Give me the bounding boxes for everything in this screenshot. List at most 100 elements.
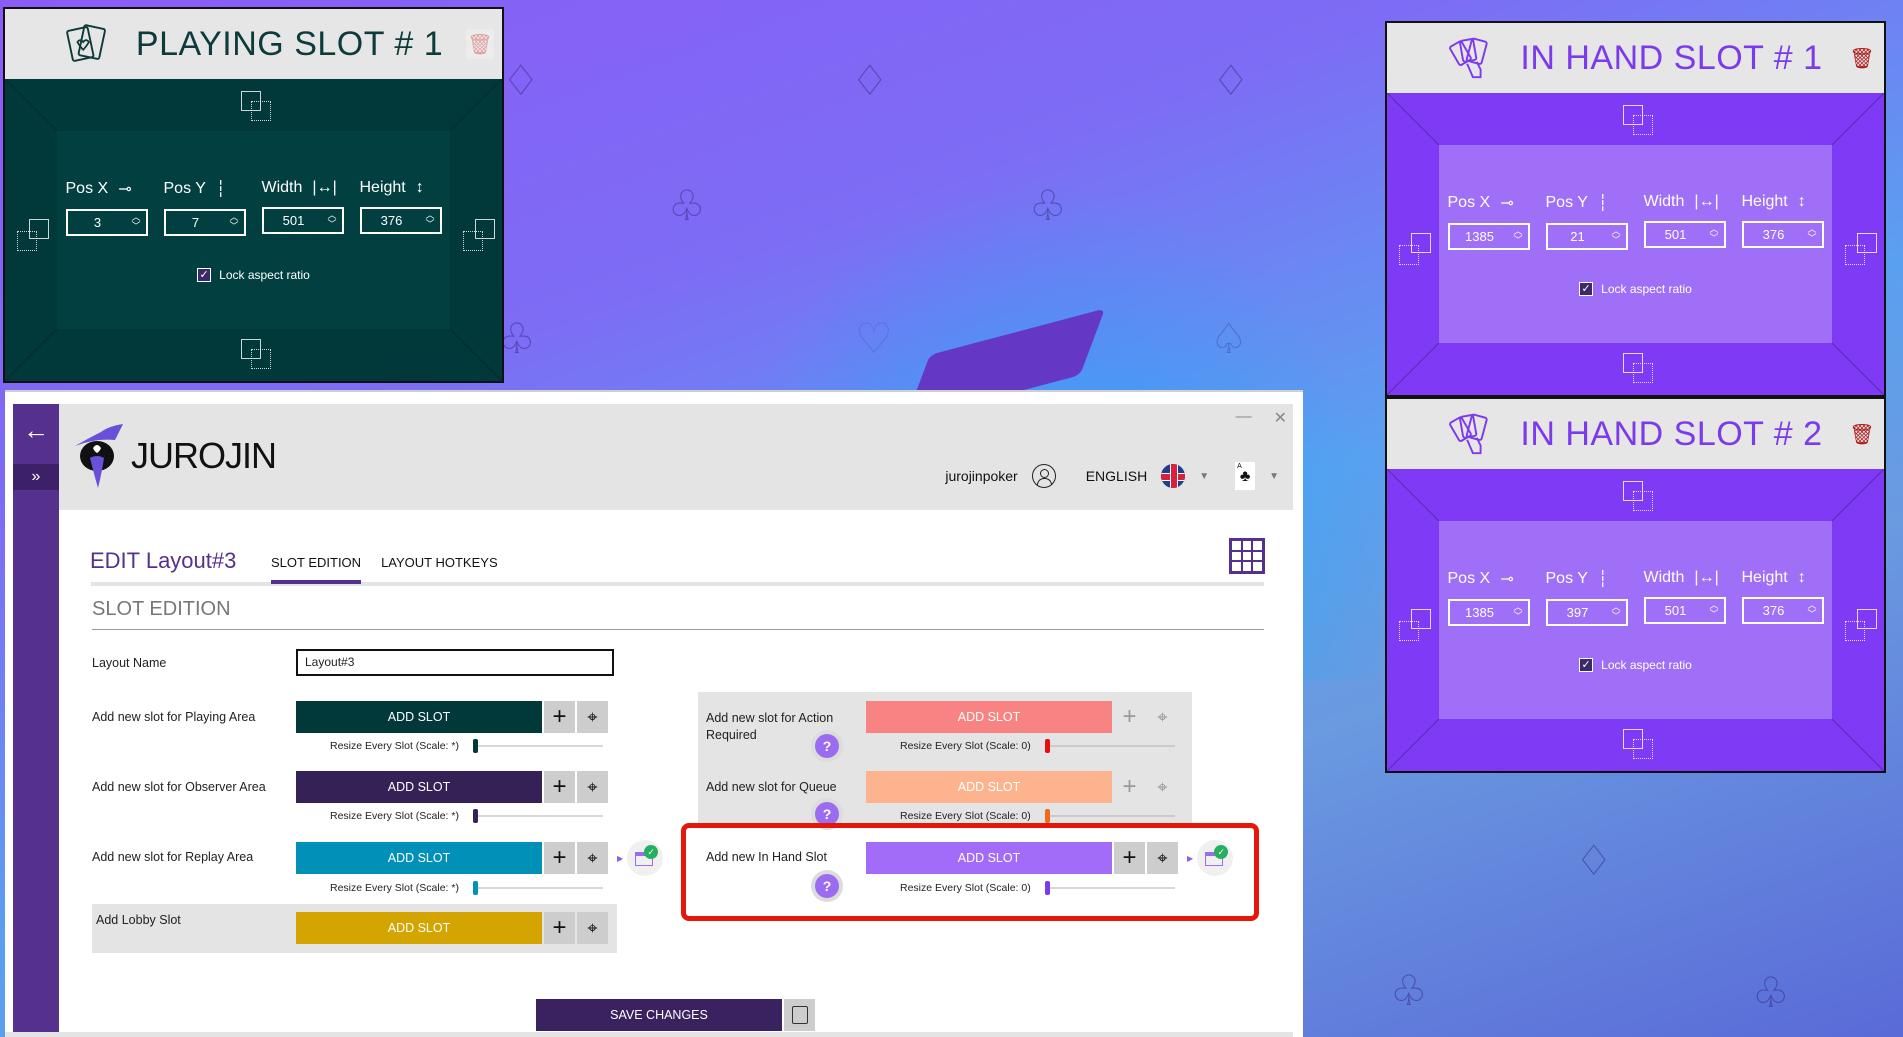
resize-slider[interactable]	[472, 881, 603, 895]
add-replay-slot-button[interactable]: ADD SLOT	[296, 842, 542, 874]
add-lobby-slot-button[interactable]: ADD SLOT	[296, 912, 542, 944]
deck-card-icon[interactable]: A ♣	[1235, 462, 1256, 490]
playing-slot-overlay[interactable]: PLAYING SLOT # 1 🗑 Pos X ⊸ 3 ︿ ﹀ Pos Y ┆ 7 ︿ ﹀	[3, 7, 504, 383]
resize-handle-top[interactable]	[1623, 481, 1653, 511]
slider-thumb[interactable]	[472, 809, 478, 823]
delete-slot-button[interactable]: 🗑	[466, 29, 494, 59]
checkbox[interactable]: ✓	[1579, 281, 1594, 296]
delete-slot-button[interactable]: 🗑	[1848, 419, 1876, 449]
pos-y-input[interactable]: 21 ︿ ﹀	[1545, 222, 1628, 250]
lock-aspect-ratio[interactable]: ✓ Lock aspect ratio	[1579, 281, 1692, 296]
height-input[interactable]: 376 ︿ ﹀	[1741, 220, 1824, 248]
resize-handle-bottom[interactable]	[241, 339, 271, 369]
slider-thumb[interactable]	[1044, 739, 1050, 753]
slot-body[interactable]: Pos X ⊸ 1385 ︿ ﹀ Pos Y ┆ 21 ︿ ﹀ Width |↔| 501 ︿ ﹀…	[1387, 93, 1884, 395]
delete-slot-button[interactable]: 🗑	[1848, 43, 1876, 73]
slot-header[interactable]: IN HAND SLOT # 2 🗑	[1387, 399, 1884, 469]
height-input[interactable]: 376 ︿ ﹀	[1741, 596, 1824, 624]
resize-handle-left[interactable]	[17, 219, 49, 251]
deck-dropdown-icon[interactable]: ▼	[1269, 471, 1279, 482]
slot-header[interactable]: PLAYING SLOT # 1 🗑	[5, 9, 502, 79]
grid-view-icon[interactable]	[1229, 538, 1265, 574]
add-queue-slot-button[interactable]: ADD SLOT	[866, 771, 1112, 803]
user-icon[interactable]	[1031, 464, 1056, 488]
resize-slider[interactable]	[472, 809, 603, 823]
slider-thumb[interactable]	[472, 881, 478, 895]
language-dropdown-icon[interactable]: ▼	[1199, 471, 1209, 482]
resize-handle-right[interactable]	[1845, 233, 1877, 265]
spinner-icon[interactable]: ︿ ﹀	[327, 210, 336, 229]
spinner-icon[interactable]: ︿ ﹀	[425, 210, 434, 229]
lock-aspect-ratio[interactable]: ✓ Lock aspect ratio	[1579, 657, 1692, 672]
slot-status[interactable]: ▶ ✓	[617, 840, 664, 876]
target-icon[interactable]: ⌖	[577, 912, 608, 944]
resize-handle-left[interactable]	[1399, 609, 1431, 641]
in-hand-slot-overlay[interactable]: IN HAND SLOT # 1 🗑 Pos X ⊸ 1385 ︿ ﹀ Pos Y ┆ …	[1385, 21, 1886, 397]
spinner-icon[interactable]: ︿ ﹀	[1513, 226, 1522, 245]
resize-slider[interactable]	[472, 739, 603, 753]
spinner-icon[interactable]: ︿ ﹀	[1709, 600, 1718, 619]
back-arrow-icon[interactable]: ←	[13, 410, 59, 450]
resize-handle-top[interactable]	[1623, 105, 1653, 135]
plus-icon[interactable]: +	[1114, 771, 1145, 803]
target-icon[interactable]: ⌖	[577, 701, 608, 733]
slider-thumb[interactable]	[472, 739, 478, 753]
pos-x-input[interactable]: 3 ︿ ﹀	[65, 208, 148, 236]
resize-slider[interactable]	[1044, 739, 1175, 753]
add-observer-slot-button[interactable]: ADD SLOT	[296, 771, 542, 803]
target-icon[interactable]: ⌖	[1147, 771, 1178, 803]
username[interactable]: jurojinpoker	[945, 468, 1017, 484]
plus-icon[interactable]: +	[544, 842, 575, 874]
plus-icon[interactable]: +	[544, 771, 575, 803]
plus-icon[interactable]: +	[544, 912, 575, 944]
tab-slot-edition[interactable]: SLOT EDITION	[271, 555, 362, 584]
close-button[interactable]: ✕	[1274, 408, 1287, 428]
minimize-button[interactable]: —	[1236, 408, 1252, 428]
spinner-icon[interactable]: ︿ ﹀	[229, 212, 238, 231]
floppy-disk-icon[interactable]	[784, 999, 815, 1031]
slot-body[interactable]: Pos X ⊸ 1385 ︿ ﹀ Pos Y ┆ 397 ︿ ﹀ Width |↔| 501 ︿…	[1387, 469, 1884, 771]
checkbox[interactable]: ✓	[197, 267, 212, 282]
resize-handle-right[interactable]	[463, 219, 495, 251]
add-playing-slot-button[interactable]: ADD SLOT	[296, 701, 542, 733]
resize-handle-top[interactable]	[241, 91, 271, 121]
checkbox[interactable]: ✓	[1579, 657, 1594, 672]
pos-x-input[interactable]: 1385 ︿ ﹀	[1447, 222, 1530, 250]
slider-thumb[interactable]	[1044, 809, 1050, 823]
width-input[interactable]: 501 ︿ ﹀	[1643, 596, 1726, 624]
target-icon[interactable]: ⌖	[1147, 701, 1178, 733]
in-hand-slot-overlay[interactable]: IN HAND SLOT # 2 🗑 Pos X ⊸ 1385 ︿ ﹀ Pos Y ┆ …	[1385, 397, 1886, 773]
spinner-icon[interactable]: ︿ ﹀	[131, 212, 140, 231]
window-check-icon[interactable]: ✓	[627, 840, 664, 876]
width-input[interactable]: 501 ︿ ﹀	[1643, 220, 1726, 248]
plus-icon[interactable]: +	[1114, 701, 1145, 733]
spinner-icon[interactable]: ︿ ﹀	[1611, 602, 1620, 621]
spinner-icon[interactable]: ︿ ﹀	[1709, 224, 1718, 243]
uk-flag-icon[interactable]	[1161, 464, 1186, 488]
slot-header[interactable]: IN HAND SLOT # 1 🗑	[1387, 23, 1884, 93]
resize-handle-left[interactable]	[1399, 233, 1431, 265]
resize-slider[interactable]	[1044, 809, 1175, 823]
spinner-icon[interactable]: ︿ ﹀	[1513, 602, 1522, 621]
height-input[interactable]: 376 ︿ ﹀	[359, 206, 442, 234]
spinner-icon[interactable]: ︿ ﹀	[1611, 226, 1620, 245]
help-icon[interactable]: ?	[815, 734, 839, 758]
spinner-icon[interactable]: ︿ ﹀	[1807, 224, 1816, 243]
target-icon[interactable]: ⌖	[577, 842, 608, 874]
resize-handle-bottom[interactable]	[1623, 353, 1653, 383]
spinner-icon[interactable]: ︿ ﹀	[1807, 600, 1816, 619]
language-label[interactable]: ENGLISH	[1086, 468, 1147, 484]
add-action-slot-button[interactable]: ADD SLOT	[866, 701, 1112, 733]
save-changes-button[interactable]: SAVE CHANGES	[536, 999, 782, 1031]
pos-x-input[interactable]: 1385 ︿ ﹀	[1447, 598, 1530, 626]
resize-handle-right[interactable]	[1845, 609, 1877, 641]
width-input[interactable]: 501 ︿ ﹀	[261, 206, 344, 234]
tab-layout-hotkeys[interactable]: LAYOUT HOTKEYS	[381, 555, 498, 584]
resize-handle-bottom[interactable]	[1623, 729, 1653, 759]
target-icon[interactable]: ⌖	[577, 771, 608, 803]
pos-y-input[interactable]: 7 ︿ ﹀	[163, 208, 246, 236]
plus-icon[interactable]: +	[544, 701, 575, 733]
layout-name-input[interactable]: Layout#3	[296, 649, 614, 676]
expand-sidebar-icon[interactable]: »	[13, 464, 59, 490]
pos-y-input[interactable]: 397 ︿ ﹀	[1545, 598, 1628, 626]
